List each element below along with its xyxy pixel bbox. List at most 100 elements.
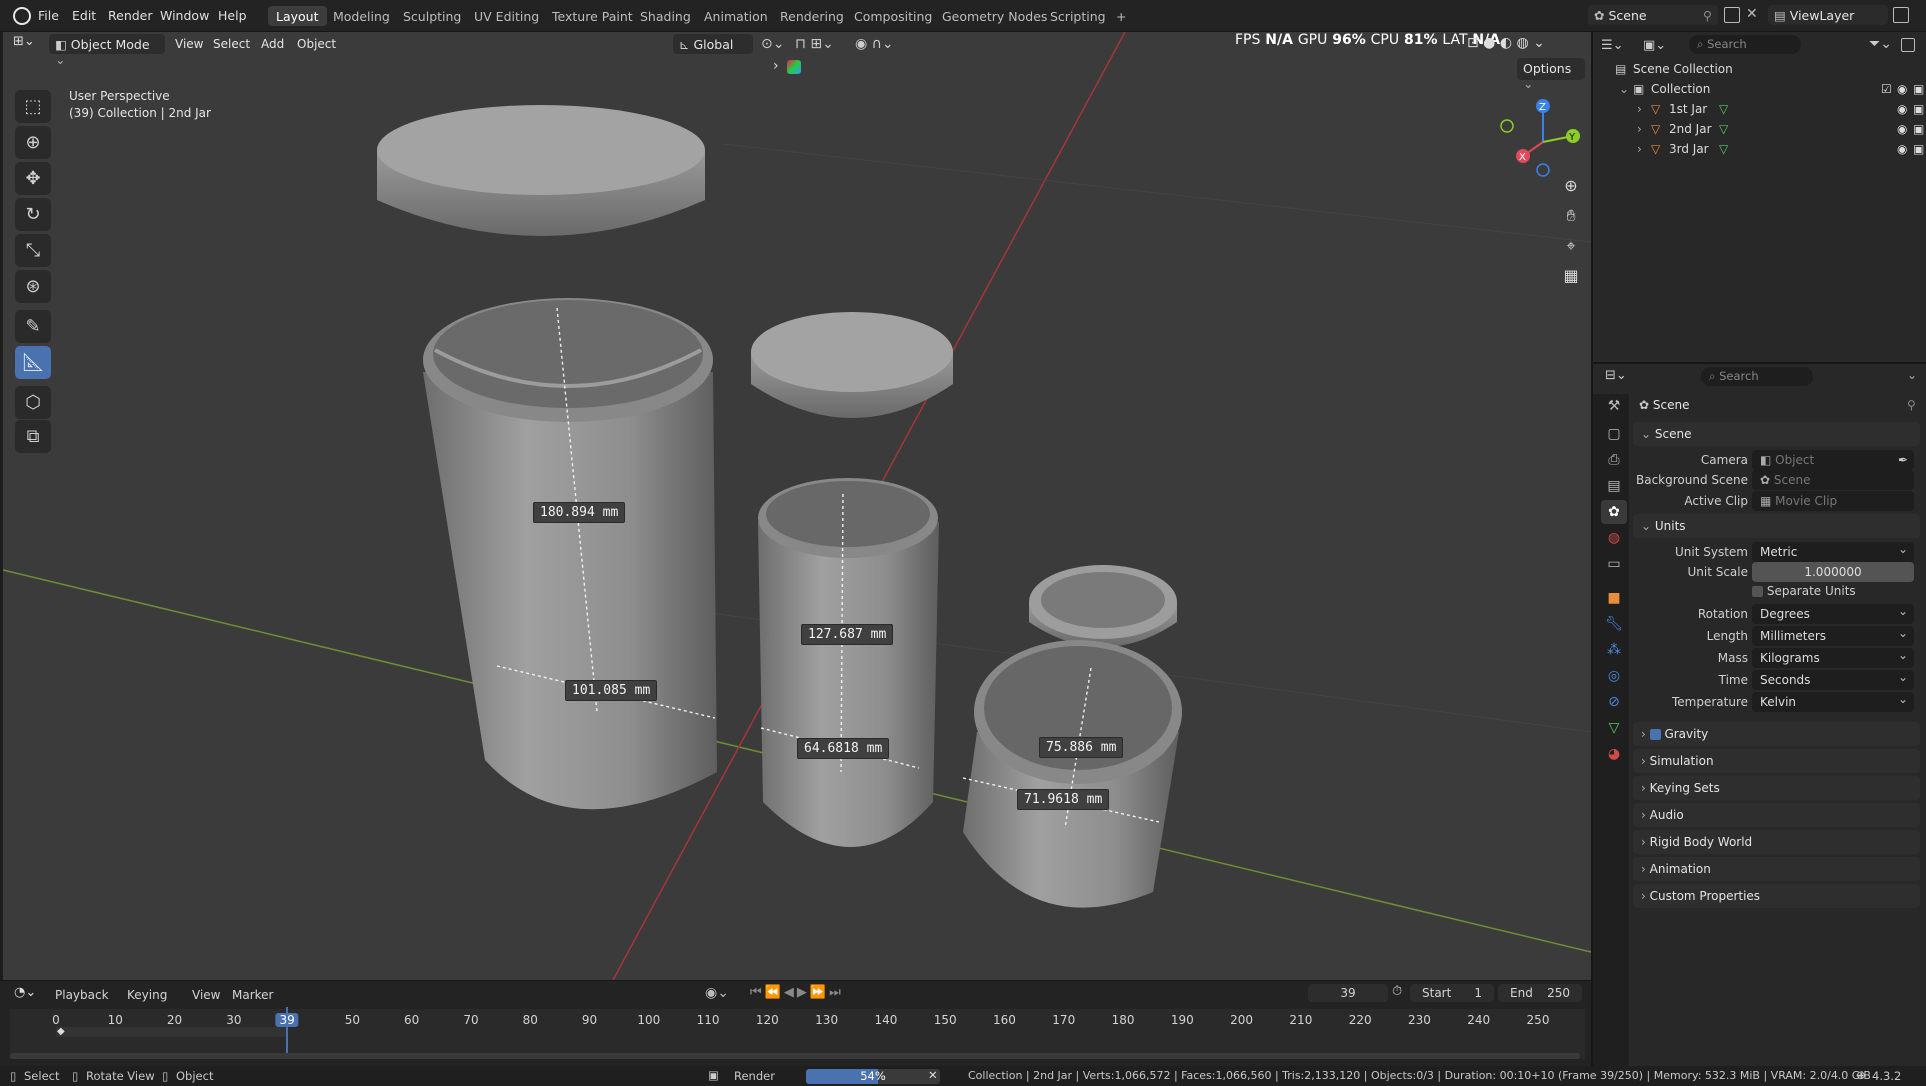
shading-modes[interactable]: ⊡ ● ◐ ◍ ⌄	[1467, 35, 1545, 51]
tab-animation[interactable]: Animation	[696, 6, 776, 26]
menu-edit[interactable]: Edit	[72, 8, 96, 23]
outliner-row-object[interactable]: › ▽ 3rd Jar ▽ ◉ ▣	[1593, 142, 1926, 162]
tab-rendering[interactable]: Rendering	[772, 6, 852, 26]
perspective-grid-icon[interactable]: ▦	[1556, 262, 1586, 290]
exclude-checkbox-icon[interactable]: ☑	[1881, 82, 1892, 96]
keyframe-icon[interactable]: ◆	[57, 1026, 65, 1037]
add-object-tool[interactable]: ⧉	[15, 420, 51, 453]
3d-viewport[interactable]: ⊞⌄ ◧ Object Mode ⌄ View Select Add Objec…	[3, 32, 1591, 980]
blender-logo-icon[interactable]	[13, 7, 31, 25]
viewport-menu-add[interactable]: Add	[261, 37, 284, 51]
tool-tab-icon[interactable]: ⚒	[1601, 394, 1627, 418]
proportional-edit-icon[interactable]: ◉ ∩⌄	[855, 36, 894, 52]
scene-selector[interactable]: ✿ Scene ⚲	[1588, 5, 1718, 25]
tab-sculpting[interactable]: Sculpting	[395, 6, 469, 26]
tab-geometry-nodes[interactable]: Geometry Nodes	[934, 6, 1055, 26]
section-units[interactable]: ⌄ Units	[1633, 514, 1920, 538]
timeline-menu-playback[interactable]: Playback	[55, 988, 109, 1002]
navigation-gizmo[interactable]: Z Y X	[1499, 94, 1589, 184]
filter-icon[interactable]: ⏷⌄	[1869, 36, 1892, 52]
start-frame-field[interactable]: Start 1	[1410, 984, 1494, 1002]
view-layer-selector[interactable]: ▤ ViewLayer	[1768, 5, 1888, 25]
zoom-icon[interactable]: ⊕	[1556, 172, 1586, 200]
section-animation[interactable]: › Animation	[1633, 857, 1920, 881]
cancel-render-icon[interactable]: ✕	[928, 1068, 938, 1082]
menu-window[interactable]: Window	[160, 8, 209, 23]
properties-editor-type-icon[interactable]: ⊟⌄	[1605, 368, 1627, 383]
section-rigid-body-world[interactable]: › Rigid Body World	[1633, 830, 1920, 854]
lid-medium[interactable]	[751, 312, 953, 418]
add-cube-tool[interactable]: ⬡	[15, 386, 51, 419]
menu-file[interactable]: File	[38, 8, 59, 23]
camera-view-icon[interactable]: ⌖	[1556, 232, 1586, 260]
section-simulation[interactable]: › Simulation	[1633, 749, 1920, 773]
section-audio[interactable]: › Audio	[1633, 803, 1920, 827]
eye-icon[interactable]: ◉	[1897, 142, 1907, 156]
viewport-menu-select[interactable]: Select	[213, 37, 250, 51]
eye-icon[interactable]: ◉	[1897, 122, 1907, 136]
object-type-visibility-icon[interactable]	[787, 60, 801, 74]
pan-hand-icon[interactable]: ✋︎	[1556, 202, 1586, 230]
select-box-tool[interactable]: ⬚	[15, 90, 51, 123]
mode-selector[interactable]: ◧ Object Mode ⌄	[49, 34, 165, 67]
length-dropdown[interactable]: Millimeters	[1752, 626, 1914, 646]
data-tab-icon[interactable]: ▽	[1601, 716, 1627, 740]
tab-scripting[interactable]: Scripting	[1042, 6, 1114, 26]
section-keying-sets[interactable]: › Keying Sets	[1633, 776, 1920, 800]
active-clip-field[interactable]: ▦ Movie Clip	[1752, 491, 1914, 511]
rotation-dropdown[interactable]: Degrees	[1752, 604, 1914, 624]
timeline-menu-keying[interactable]: Keying	[127, 988, 167, 1002]
gizmo-toggle-icon[interactable]: ›	[773, 58, 779, 74]
tab-layout[interactable]: Layout	[268, 6, 327, 26]
chevron-down-icon[interactable]: ⌄	[1907, 368, 1917, 382]
lid-small[interactable]	[1029, 565, 1177, 647]
camera-field[interactable]: ◧ Object ✒	[1752, 450, 1914, 470]
pivot-icon[interactable]: ⊙⌄	[761, 36, 784, 52]
snap-icon[interactable]: ⊓ ⊞⌄	[795, 36, 834, 52]
display-mode-icon[interactable]: ▣⌄	[1643, 38, 1666, 53]
annotate-tool[interactable]: ✎	[15, 310, 51, 343]
unit-scale-field[interactable]: 1.000000	[1752, 562, 1914, 582]
new-view-layer-icon[interactable]	[1893, 7, 1909, 23]
temperature-dropdown[interactable]: Kelvin	[1752, 692, 1914, 712]
cursor-tool[interactable]: ⊕	[15, 126, 51, 159]
properties-search[interactable]: ⌕ Search	[1701, 367, 1813, 386]
jar-small[interactable]	[963, 640, 1182, 908]
outliner-row-scene-collection[interactable]: ▤ Scene Collection	[1593, 62, 1926, 82]
outliner-editor-type-icon[interactable]: ☰⌄	[1601, 38, 1624, 53]
tab-texture-paint[interactable]: Texture Paint	[544, 6, 641, 26]
new-collection-icon[interactable]	[1901, 38, 1915, 52]
background-scene-field[interactable]: ✿ Scene	[1752, 470, 1914, 490]
timeline-scrollbar[interactable]	[10, 1053, 1580, 1059]
camera-icon[interactable]: ▣	[1913, 142, 1924, 156]
timeline-menu-marker[interactable]: Marker	[232, 988, 273, 1002]
end-frame-field[interactable]: End 250	[1498, 984, 1582, 1002]
section-custom-properties[interactable]: › Custom Properties	[1633, 884, 1920, 908]
new-scene-icon[interactable]	[1724, 7, 1740, 23]
stopwatch-icon[interactable]: ⏱	[1392, 984, 1402, 999]
section-gravity[interactable]: › Gravity	[1633, 722, 1920, 746]
timeline-menu-view[interactable]: View	[192, 988, 220, 1002]
transform-tool[interactable]: ⊛	[15, 270, 51, 303]
viewport-menu-view[interactable]: View	[175, 37, 203, 51]
lid-large[interactable]	[377, 105, 705, 236]
editor-type-button[interactable]: ⊞⌄	[13, 34, 41, 54]
jar-medium[interactable]	[758, 478, 939, 847]
pin-icon[interactable]: ⚲	[1907, 398, 1916, 412]
eye-icon[interactable]: ◉	[1897, 102, 1907, 116]
record-icon[interactable]: ◉⌄	[705, 985, 729, 1001]
viewport-menu-object[interactable]: Object	[297, 37, 336, 51]
measure-tool[interactable]: 📐︎	[15, 346, 51, 379]
outliner-row-object[interactable]: › ▽ 2nd Jar ▽ ◉ ▣	[1593, 122, 1926, 142]
outliner-search[interactable]: ⌕ Search	[1689, 35, 1801, 54]
camera-icon[interactable]: ▣	[1913, 82, 1924, 96]
time-dropdown[interactable]: Seconds	[1752, 670, 1914, 690]
camera-icon[interactable]: ▣	[1913, 122, 1924, 136]
timeline-editor-type-icon[interactable]: ◔⌄	[14, 985, 36, 1000]
unit-system-dropdown[interactable]: Metric	[1752, 542, 1914, 562]
playback-controls[interactable]: ⏮⏪◀▶⏩⏭	[750, 985, 844, 1000]
outliner-row-collection[interactable]: ⌄ ▣ Collection ☑ ◉ ▣	[1593, 82, 1926, 102]
mass-dropdown[interactable]: Kilograms	[1752, 648, 1914, 668]
jar-large[interactable]	[423, 298, 717, 810]
menu-help[interactable]: Help	[218, 8, 247, 23]
